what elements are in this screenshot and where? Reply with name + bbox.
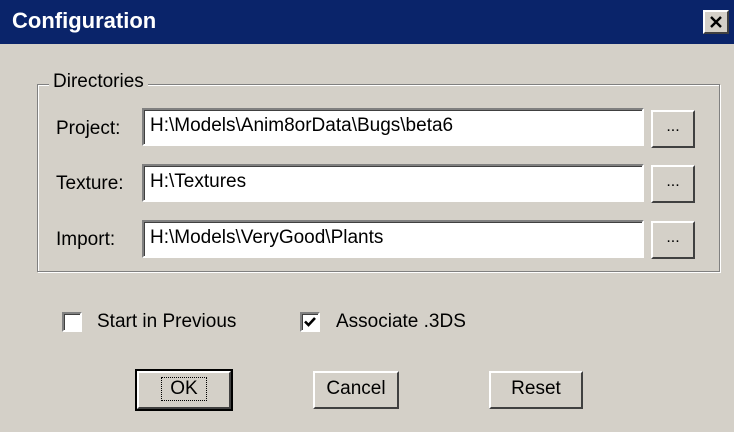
ok-button[interactable]: OK bbox=[135, 369, 233, 411]
ok-button-label: OK bbox=[161, 377, 207, 401]
texture-browse-button[interactable]: ... bbox=[651, 165, 695, 203]
import-label: Import: bbox=[56, 229, 116, 250]
texture-label: Texture: bbox=[56, 173, 124, 194]
import-browse-button[interactable]: ... bbox=[651, 221, 695, 259]
texture-path-field[interactable]: H:\Textures bbox=[142, 164, 644, 202]
project-label: Project: bbox=[56, 118, 121, 139]
project-browse-button[interactable]: ... bbox=[651, 110, 695, 148]
close-button[interactable] bbox=[703, 10, 729, 34]
close-icon bbox=[710, 16, 722, 28]
start-in-previous-checkbox[interactable] bbox=[62, 312, 82, 332]
configuration-dialog: Configuration Directories Project: H:\Mo… bbox=[0, 0, 734, 432]
directories-group-label: Directories bbox=[49, 70, 148, 94]
window-title: Configuration bbox=[12, 8, 157, 33]
start-in-previous-label[interactable]: Start in Previous bbox=[97, 309, 236, 335]
title-bar[interactable]: Configuration bbox=[0, 0, 734, 44]
reset-button[interactable]: Reset bbox=[489, 371, 583, 409]
associate-3ds-label[interactable]: Associate .3DS bbox=[336, 309, 466, 335]
associate-3ds-checkbox[interactable] bbox=[300, 312, 320, 332]
cancel-button[interactable]: Cancel bbox=[313, 371, 399, 409]
project-path-field[interactable]: H:\Models\Anim8orData\Bugs\beta6 bbox=[142, 108, 644, 146]
checkmark-icon bbox=[304, 317, 316, 327]
import-path-field[interactable]: H:\Models\VeryGood\Plants bbox=[142, 220, 644, 258]
